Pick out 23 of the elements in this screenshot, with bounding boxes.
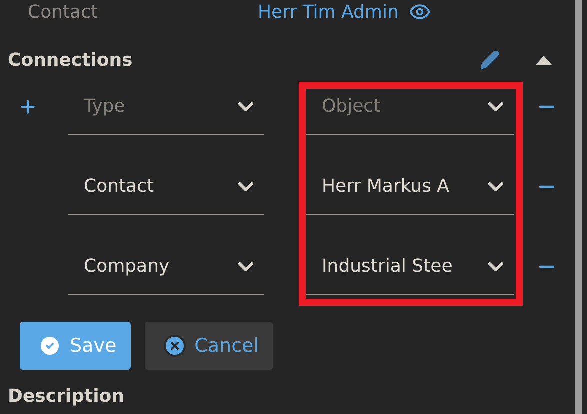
section-title: Description: [8, 386, 124, 407]
collapse-icon[interactable]: [536, 55, 552, 65]
chevron-icon: [488, 262, 504, 272]
cancel-button[interactable]: Cancel: [144, 322, 274, 370]
close-icon: [162, 334, 187, 358]
object-select[interactable]: Herr Markus A: [306, 169, 514, 215]
section-title: Connections: [8, 50, 134, 70]
chevron-icon: [488, 182, 504, 192]
type-select[interactable]: Type: [68, 89, 264, 135]
field-label: Contact: [27, 2, 100, 22]
object-select[interactable]: Object: [306, 89, 514, 135]
type-select[interactable]: Contact: [68, 169, 264, 215]
check-icon: [38, 334, 62, 358]
contact-link[interactable]: Herr Tim Admin: [258, 2, 399, 22]
type-select[interactable]: Company: [68, 249, 264, 295]
edit-icon[interactable]: [480, 50, 500, 70]
add-icon[interactable]: [18, 97, 38, 117]
chevron-icon: [238, 102, 254, 112]
object-select[interactable]: Industrial Stee: [306, 249, 514, 295]
chevron-icon: [238, 262, 254, 272]
chevron-icon: [488, 102, 504, 112]
chevron-icon: [238, 182, 254, 192]
scrollbar[interactable]: [575, 0, 582, 414]
